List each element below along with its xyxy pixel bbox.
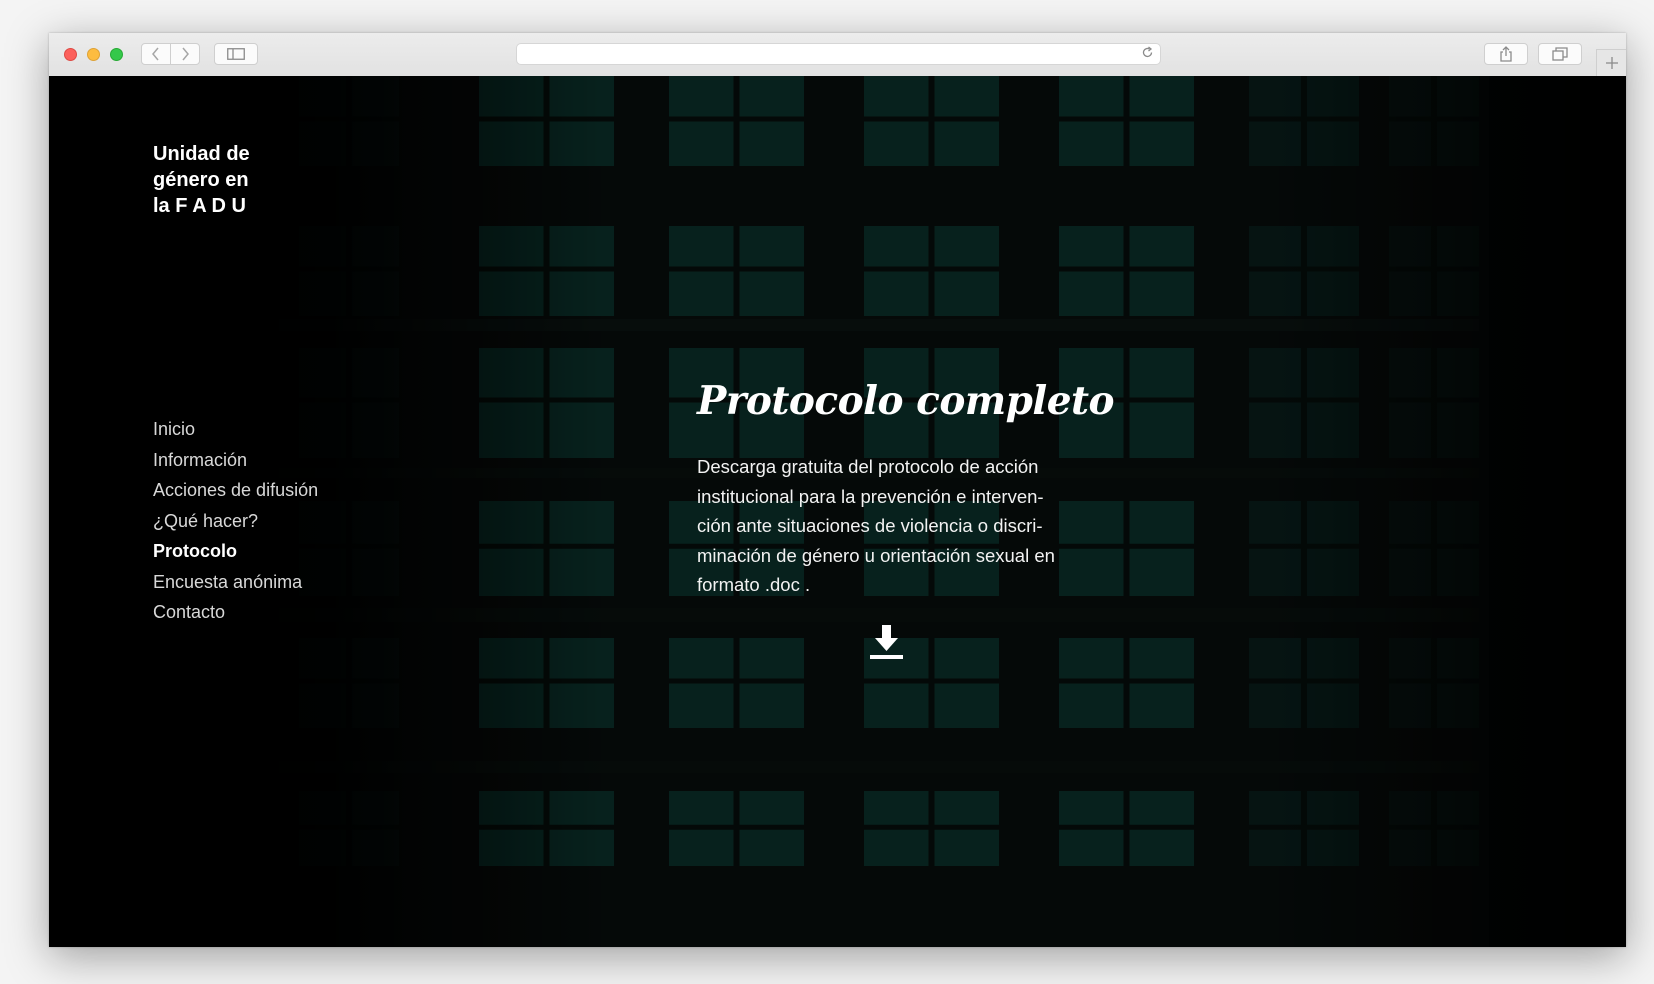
protocol-description: Descarga gratuita del protocolo de acció…: [697, 452, 1097, 600]
nav-item-acciones-de-difusion[interactable]: Acciones de difusión: [153, 475, 318, 506]
nav-item-contacto[interactable]: Contacto: [153, 597, 318, 628]
address-bar[interactable]: [516, 43, 1161, 65]
back-button[interactable]: [141, 43, 171, 65]
reload-icon[interactable]: [1141, 46, 1154, 63]
description-line: ción ante situaciones de violencia o dis…: [697, 515, 1043, 536]
nav-item-informacion[interactable]: Información: [153, 445, 318, 476]
logo-line: la F A D U: [153, 195, 246, 217]
browser-window: Unidad de género en la F A D U Inicio In…: [49, 33, 1626, 947]
logo-line: género en: [153, 169, 249, 191]
browser-toolbar: [49, 33, 1626, 77]
description-line: formato .doc .: [697, 574, 811, 595]
nav-item-que-hacer[interactable]: ¿Qué hacer?: [153, 506, 318, 537]
tabs-overview-button[interactable]: [1538, 43, 1582, 65]
logo-line: Unidad de: [153, 143, 250, 165]
new-tab-button[interactable]: [1596, 49, 1626, 76]
download-icon: [870, 625, 903, 659]
plus-icon: [1605, 57, 1618, 69]
protocol-section: Protocolo completo Descarga gratuita del…: [697, 376, 1115, 600]
description-line: institucional para la prevención e inter…: [697, 485, 1044, 507]
minimize-window-button[interactable]: [87, 48, 100, 61]
tabs-icon: [1552, 47, 1568, 61]
description-line: Descarga gratuita del protocolo de acció…: [697, 456, 1039, 477]
chevron-right-icon: [182, 47, 189, 61]
description-line: minación de género u orientación sexual …: [697, 544, 1055, 566]
zoom-window-button[interactable]: [110, 48, 123, 61]
nav-item-encuesta-anonima[interactable]: Encuesta anónima: [153, 567, 318, 598]
main-navigation: Inicio Información Acciones de difusión …: [153, 414, 318, 628]
site-logo[interactable]: Unidad de género en la F A D U: [153, 141, 250, 219]
close-window-button[interactable]: [64, 48, 77, 61]
share-icon: [1500, 46, 1512, 62]
nav-item-protocolo[interactable]: Protocolo: [153, 536, 318, 567]
sidebar-icon: [227, 48, 245, 60]
sidebar-toggle-button[interactable]: [214, 43, 258, 65]
forward-button[interactable]: [170, 43, 200, 65]
share-button[interactable]: [1484, 43, 1528, 65]
page-viewport: Unidad de género en la F A D U Inicio In…: [49, 76, 1626, 947]
chevron-left-icon: [152, 47, 159, 61]
nav-item-inicio[interactable]: Inicio: [153, 414, 318, 445]
download-protocol-button[interactable]: [867, 622, 907, 662]
page-title: Protocolo completo: [697, 378, 1115, 424]
